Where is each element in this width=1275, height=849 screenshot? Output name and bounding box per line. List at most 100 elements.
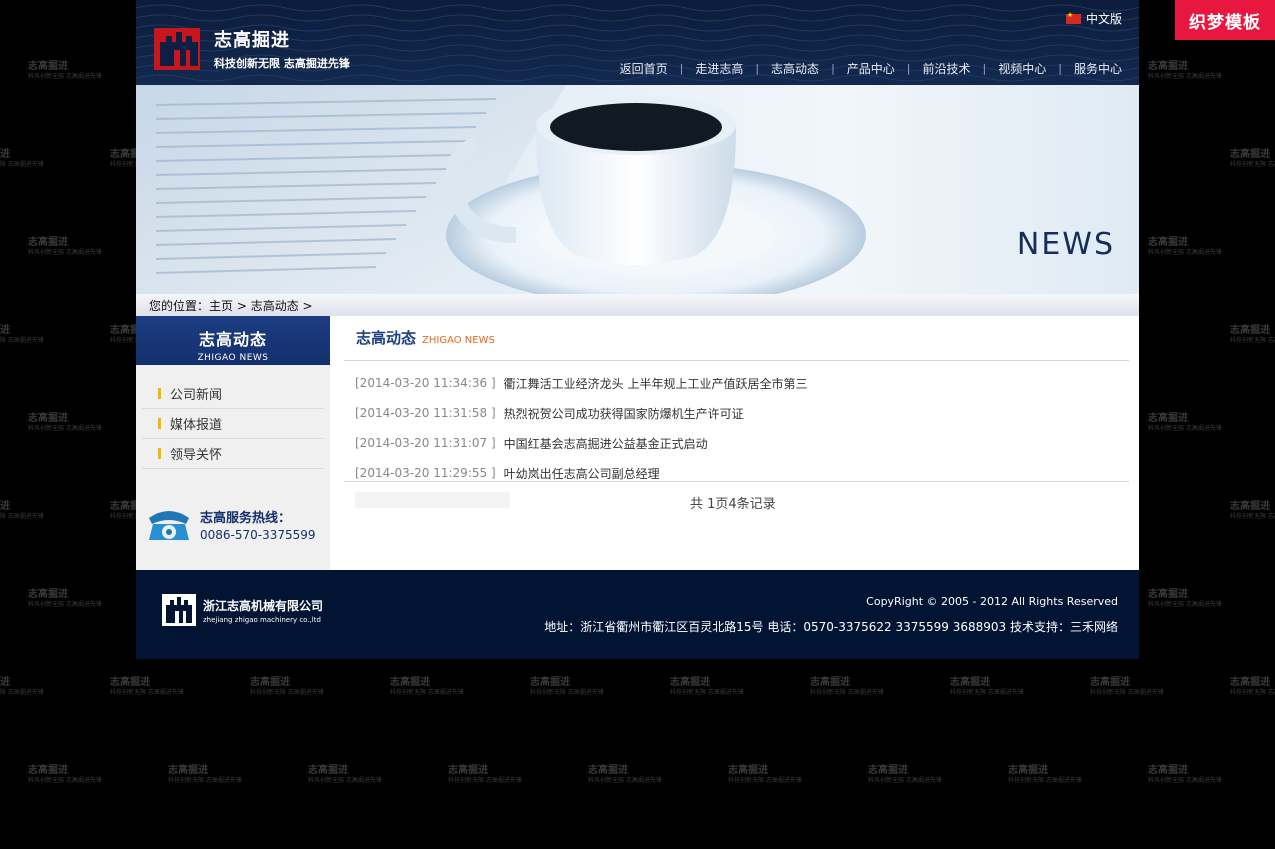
- telephone-icon: [149, 511, 189, 540]
- watermark-title: 志高掘进: [28, 61, 68, 72]
- watermark-title: 志高掘进: [28, 237, 68, 248]
- watermark-tile: 志高掘进科技创新无限 志高掘进先锋: [308, 766, 382, 784]
- watermark-slogan: 科技创新无限 志高掘进先锋: [0, 513, 44, 520]
- nav-item-service[interactable]: 服务中心: [1074, 60, 1122, 77]
- watermark-slogan: 科技创新无限 志高掘进先锋: [868, 777, 942, 784]
- watermark-title: 志高掘进: [1148, 765, 1188, 776]
- nav-separator: |: [831, 62, 835, 75]
- page-container: 志高掘进 科技创新无限 志高掘进先锋 中文版 返回首页 | 走进志高 | 志高动…: [136, 0, 1139, 659]
- news-list: [2014-03-20 11:34:36 ] 衢江舞活工业经济龙头 上半年规上工…: [355, 368, 1125, 488]
- footer-logo: 浙江志高机械有限公司 zhejiang zhigao machinery co.…: [162, 594, 323, 626]
- watermark-title: 志高掘进: [1230, 149, 1270, 160]
- hotline-label: 志高服务热线：: [200, 510, 292, 526]
- language-label: 中文版: [1085, 12, 1122, 26]
- watermark-title: 志高掘进: [1230, 325, 1270, 336]
- watermark-slogan: 科技创新无限 志高掘进先锋: [1148, 425, 1222, 432]
- news-title-link[interactable]: 热烈祝贺公司成功获得国家防爆机生产许可证: [504, 405, 744, 422]
- watermark-tile: 志高掘进科技创新无限 志高掘进先锋: [728, 766, 802, 784]
- watermark-tile: 志高掘进科技创新无限 志高掘进先锋: [0, 502, 44, 520]
- watermark-slogan: 科技创新无限 志高掘进先锋: [250, 689, 324, 696]
- news-date: [2014-03-20 11:31:07 ]: [355, 436, 496, 450]
- language-switch[interactable]: 中文版: [1065, 10, 1122, 27]
- news-title-link[interactable]: 中国红基会志高掘进公益基金正式启动: [504, 435, 708, 452]
- watermark-title: 志高掘进: [1148, 61, 1188, 72]
- watermark-title: 志高掘进: [1230, 501, 1270, 512]
- nav-item-about[interactable]: 走进志高: [695, 60, 743, 77]
- site-header: 志高掘进 科技创新无限 志高掘进先锋 中文版 返回首页 | 走进志高 | 志高动…: [136, 0, 1139, 85]
- pagination-summary: 共 1页4条记录: [690, 497, 776, 512]
- nav-item-products[interactable]: 产品中心: [847, 60, 895, 77]
- service-hotline: 志高服务热线： 0086-570-3375599: [145, 504, 316, 544]
- site-logo[interactable]: 志高掘进 科技创新无限 志高掘进先锋: [154, 26, 350, 71]
- breadcrumb-prefix: 您的位置：: [149, 299, 210, 313]
- watermark-tile: 志高掘进科技创新无限 志高掘进先锋: [1230, 326, 1275, 344]
- watermark-tile: 志高掘进科技创新无限 志高掘进先锋: [950, 678, 1024, 696]
- watermark-tile: 志高掘进科技创新无限 志高掘进先锋: [28, 590, 102, 608]
- watermark-tile: 志高掘进科技创新无限 志高掘进先锋: [810, 678, 884, 696]
- breadcrumb-current-link[interactable]: 志高动态: [251, 299, 299, 313]
- watermark-title: 志高掘进: [308, 765, 348, 776]
- watermark-tile: 志高掘进科技创新无限 志高掘进先锋: [28, 766, 102, 784]
- news-date: [2014-03-20 11:29:55 ]: [355, 466, 496, 480]
- sidebar-item-company-news[interactable]: 公司新闻: [142, 379, 324, 409]
- watermark-tile: 志高掘进科技创新无限 志高掘进先锋: [28, 414, 102, 432]
- watermark-slogan: 科技创新无限 志高掘进先锋: [168, 777, 242, 784]
- nav-item-video[interactable]: 视频中心: [998, 60, 1046, 77]
- watermark-slogan: 科技创新无限 志高掘进先锋: [670, 689, 744, 696]
- watermark-title: 志高掘进: [0, 677, 10, 688]
- nav-item-technology[interactable]: 前沿技术: [923, 60, 971, 77]
- watermark-tile: 志高掘进科技创新无限 志高掘进先锋: [28, 238, 102, 256]
- nav-item-news[interactable]: 志高动态: [771, 60, 819, 77]
- news-banner: NEWS: [136, 85, 1139, 294]
- nav-separator: |: [982, 62, 987, 75]
- zhigao-logo-icon: [154, 27, 200, 70]
- news-title-link[interactable]: 叶幼岚出任志高公司副总经理: [504, 465, 660, 482]
- watermark-slogan: 科技创新无限 志高掘进先锋: [28, 777, 102, 784]
- coffee-newspaper-illustration: [136, 85, 866, 294]
- watermark-slogan: 科技创新无限 志高掘进先锋: [1230, 513, 1275, 520]
- watermark-slogan: 科技创新无限 志高掘进先锋: [530, 689, 604, 696]
- sidebar: 志高动态 ZHIGAO NEWS 公司新闻 媒体报道 领导关怀 志高服务热线： …: [136, 316, 330, 570]
- watermark-title: 志高掘进: [28, 413, 68, 424]
- news-date: [2014-03-20 11:31:58 ]: [355, 406, 496, 420]
- watermark-title: 志高掘进: [1148, 237, 1188, 248]
- list-item: [2014-03-20 11:34:36 ] 衢江舞活工业经济龙头 上半年规上工…: [355, 368, 1125, 398]
- watermark-title: 志高掘进: [1148, 589, 1188, 600]
- footer-company-en: zhejiang zhigao machinery co.,ltd: [203, 615, 321, 624]
- watermark-title: 志高掘进: [1090, 677, 1130, 688]
- dedecms-template-badge[interactable]: 织梦模板: [1175, 0, 1275, 40]
- sidebar-item-leadership-care[interactable]: 领导关怀: [142, 439, 324, 469]
- watermark-slogan: 科技创新无限 志高掘进先锋: [1230, 689, 1275, 696]
- zhigao-logo-icon: [162, 594, 196, 626]
- nav-separator: |: [1058, 62, 1062, 75]
- watermark-slogan: 科技创新无限 志高掘进先锋: [28, 601, 102, 608]
- footer-copyright: CopyRight © 2005 - 2012 All Rights Reser…: [866, 595, 1118, 608]
- bullet-icon: [158, 448, 161, 459]
- divider: [344, 481, 1129, 482]
- news-title-link[interactable]: 衢江舞活工业经济龙头 上半年规上工业产值跃居全市第三: [504, 375, 808, 392]
- watermark-slogan: 科技创新无限 志高掘进先锋: [308, 777, 382, 784]
- watermark-slogan: 科技创新无限 志高掘进先锋: [110, 689, 184, 696]
- watermark-title: 志高掘进: [28, 589, 68, 600]
- watermark-title: 志高掘进: [0, 149, 10, 160]
- watermark-tile: 志高掘进科技创新无限 志高掘进先锋: [670, 678, 744, 696]
- watermark-tile: 志高掘进科技创新无限 志高掘进先锋: [1148, 238, 1222, 256]
- site-footer: 浙江志高机械有限公司 zhejiang zhigao machinery co.…: [136, 570, 1139, 659]
- nav-item-home[interactable]: 返回首页: [620, 60, 668, 77]
- watermark-slogan: 科技创新无限 志高掘进先锋: [1230, 161, 1275, 168]
- sidebar-item-media-reports[interactable]: 媒体报道: [142, 409, 324, 439]
- watermark-title: 志高掘进: [250, 677, 290, 688]
- watermark-title: 志高掘进: [0, 501, 10, 512]
- watermark-tile: 志高掘进科技创新无限 志高掘进先锋: [1230, 502, 1275, 520]
- breadcrumb-home-link[interactable]: 主页: [209, 299, 233, 313]
- watermark-tile: 志高掘进科技创新无限 志高掘进先锋: [0, 326, 44, 344]
- watermark-title: 志高掘进: [868, 765, 908, 776]
- watermark-tile: 志高掘进科技创新无限 志高掘进先锋: [28, 62, 102, 80]
- watermark-slogan: 科技创新无限 志高掘进先锋: [28, 73, 102, 80]
- watermark-slogan: 科技创新无限 志高掘进先锋: [1008, 777, 1082, 784]
- watermark-tile: 志高掘进科技创新无限 志高掘进先锋: [250, 678, 324, 696]
- china-flag-icon: [1065, 11, 1081, 24]
- watermark-slogan: 科技创新无限 志高掘进先锋: [1148, 249, 1222, 256]
- watermark-title: 志高掘进: [168, 765, 208, 776]
- nav-separator: |: [679, 62, 684, 75]
